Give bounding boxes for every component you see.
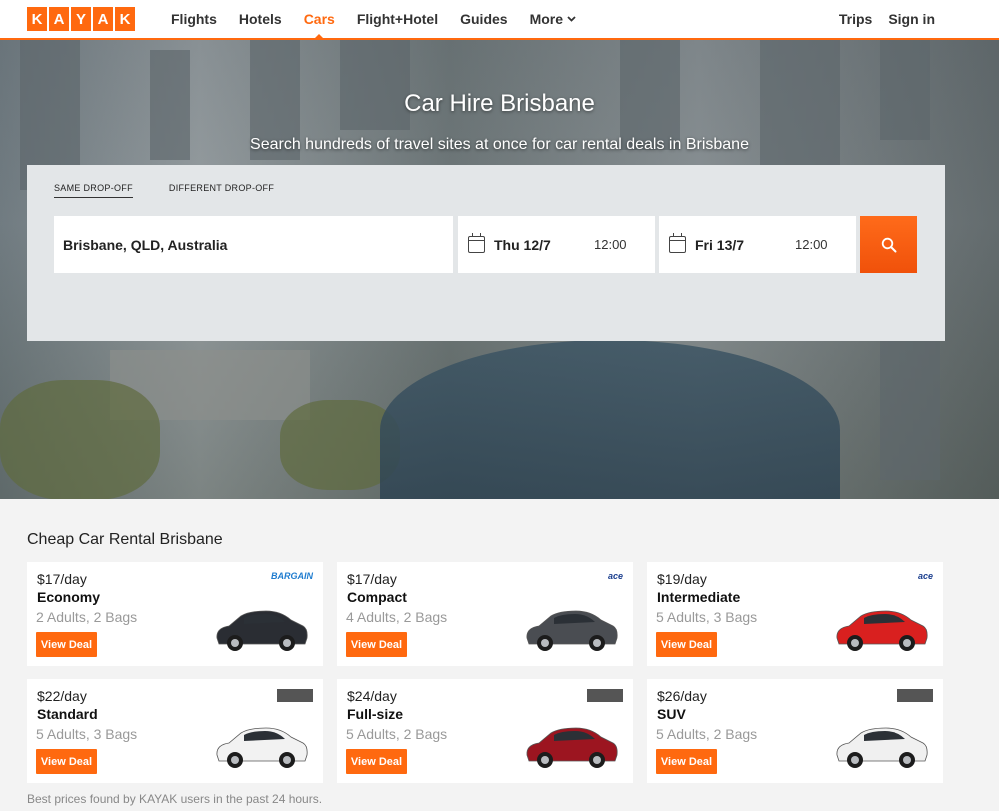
view-deal-button[interactable]: View Deal — [656, 749, 717, 774]
provider-logo: BARGAIN — [271, 571, 313, 581]
logo-letter: K — [27, 7, 47, 31]
page-subtitle: Search hundreds of travel sites at once … — [250, 136, 749, 153]
deal-price: $22/day — [37, 688, 87, 704]
deal-capacity: 2 Adults, 2 Bags — [36, 609, 138, 625]
deal-capacity: 5 Adults, 3 Bags — [36, 726, 138, 742]
nav-label: Hotels — [238, 11, 282, 27]
pickup-date-field[interactable]: Thu 12/7 12:00 — [458, 216, 655, 273]
deal-card-standard[interactable]: $22/day Standard 5 Adults, 3 Bags View D… — [27, 679, 323, 783]
deal-capacity: 4 Adults, 2 Bags — [346, 609, 448, 625]
logo-letter: K — [115, 7, 135, 31]
logo-letter: Y — [71, 7, 91, 31]
deal-price: $19/day — [657, 571, 707, 587]
provider-logo — [897, 689, 933, 702]
calendar-icon — [468, 233, 485, 253]
background-river — [380, 340, 840, 499]
nav-label: Cars — [303, 11, 335, 27]
provider-logo — [277, 689, 313, 702]
deal-price: $26/day — [657, 688, 707, 704]
price-footnote: Best prices found by KAYAK users in the … — [27, 792, 323, 806]
nav-sign-in[interactable]: Sign in — [888, 0, 935, 38]
deal-class: Compact — [347, 589, 407, 605]
view-deal-button[interactable]: View Deal — [656, 632, 717, 657]
nav-label: Trips — [838, 11, 873, 27]
deal-class: Economy — [37, 589, 101, 605]
deal-class: Intermediate — [657, 589, 741, 605]
view-deal-button[interactable]: View Deal — [36, 749, 97, 774]
dropoff-date-field[interactable]: Fri 13/7 12:00 — [659, 216, 856, 273]
nav-more[interactable]: More — [530, 0, 576, 38]
car-image — [836, 610, 928, 651]
pickup-date: Thu 12/7 — [494, 236, 551, 253]
nav-hotels[interactable]: Hotels — [239, 0, 282, 38]
car-image — [526, 610, 618, 651]
nav-trips[interactable]: Trips — [839, 0, 872, 38]
search-button[interactable] — [860, 216, 917, 273]
nav-label: Sign in — [888, 11, 935, 27]
car-image — [216, 727, 308, 768]
drop-off-tabs: SAME DROP-OFF DIFFERENT DROP-OFF — [54, 183, 274, 198]
chevron-down-icon — [567, 14, 576, 25]
background-trees — [0, 380, 160, 499]
account-nav: Trips Sign in — [839, 0, 935, 38]
deal-card-full-size[interactable]: $24/day Full-size 5 Adults, 2 Bags View … — [337, 679, 633, 783]
view-deal-button[interactable]: View Deal — [36, 632, 97, 657]
deals-title: Cheap Car Rental Brisbane — [27, 531, 223, 548]
dropoff-date: Fri 13/7 — [695, 236, 745, 253]
tab-same-drop-off[interactable]: SAME DROP-OFF — [54, 183, 133, 198]
deal-capacity: 5 Adults, 2 Bags — [346, 726, 448, 742]
provider-logo: ace — [607, 571, 623, 581]
nav-label: More — [529, 11, 564, 27]
deal-card-economy[interactable]: $17/day Economy 2 Adults, 2 Bags View De… — [27, 562, 323, 666]
car-image — [526, 727, 618, 768]
background-building — [880, 340, 940, 480]
nav-guides[interactable]: Guides — [460, 0, 507, 38]
logo-letter: A — [93, 7, 113, 31]
deal-capacity: 5 Adults, 3 Bags — [656, 609, 758, 625]
top-header: K A Y A K Flights Hotels Cars Flight+Hot… — [0, 0, 999, 40]
nav-label: Flights — [171, 11, 217, 27]
nav-flight-hotel[interactable]: Flight+Hotel — [357, 0, 438, 38]
nav-flights[interactable]: Flights — [171, 0, 217, 38]
page-title: Car Hire Brisbane — [404, 90, 595, 117]
deal-price: $17/day — [37, 571, 87, 587]
view-deal-button[interactable]: View Deal — [346, 632, 407, 657]
car-image — [836, 727, 928, 768]
main-nav: Flights Hotels Cars Flight+Hotel Guides … — [160, 0, 587, 40]
car-image — [216, 610, 308, 651]
tab-different-drop-off[interactable]: DIFFERENT DROP-OFF — [169, 183, 274, 198]
deal-class: SUV — [657, 706, 686, 722]
dropoff-time[interactable]: 12:00 — [795, 237, 828, 252]
nav-cars[interactable]: Cars — [303, 0, 335, 40]
kayak-logo[interactable]: K A Y A K — [27, 7, 135, 31]
deal-class: Standard — [37, 706, 98, 722]
search-panel: SAME DROP-OFF DIFFERENT DROP-OFF Brisban… — [27, 165, 945, 341]
search-icon — [881, 237, 896, 252]
deal-card-intermediate[interactable]: $19/day Intermediate 5 Adults, 3 Bags Vi… — [647, 562, 943, 666]
hero-banner: Car Hire Brisbane Search hundreds of tra… — [0, 40, 999, 499]
deal-card-compact[interactable]: $17/day Compact 4 Adults, 2 Bags View De… — [337, 562, 633, 666]
deal-price: $24/day — [347, 688, 397, 704]
calendar-icon — [669, 233, 686, 253]
deal-class: Full-size — [347, 706, 404, 722]
deal-capacity: 5 Adults, 2 Bags — [656, 726, 758, 742]
deal-card-suv[interactable]: $26/day SUV 5 Adults, 2 Bags View Deal — [647, 679, 943, 783]
location-input[interactable]: Brisbane, QLD, Australia — [54, 216, 453, 273]
pickup-time[interactable]: 12:00 — [594, 237, 627, 252]
provider-logo — [587, 689, 623, 702]
view-deal-button[interactable]: View Deal — [346, 749, 407, 774]
provider-logo: ace — [917, 571, 933, 581]
logo-letter: A — [49, 7, 69, 31]
nav-label: Flight+Hotel — [356, 11, 439, 27]
nav-label: Guides — [460, 11, 508, 27]
deal-price: $17/day — [347, 571, 397, 587]
